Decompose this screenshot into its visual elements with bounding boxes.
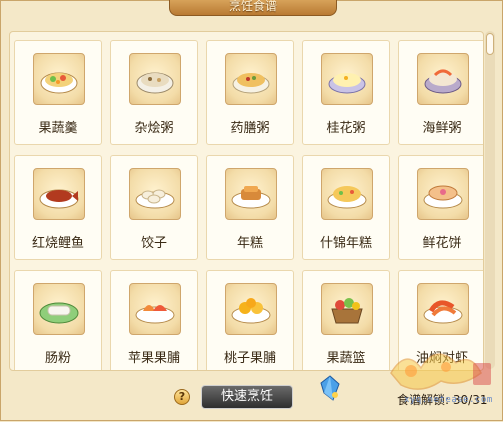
recipe-label: 什锦年糕 bbox=[319, 236, 372, 251]
recipe-cell[interactable]: 油焖对虾 bbox=[398, 270, 483, 370]
recipe-cell[interactable]: 饺子 bbox=[110, 155, 198, 260]
recipe-icon-frame bbox=[321, 283, 373, 335]
recipe-label: 油焖对虾 bbox=[415, 351, 468, 366]
recipe-icon-frame bbox=[129, 168, 181, 220]
recipe-cell[interactable]: 苹果果脯 bbox=[110, 270, 198, 370]
recipe-label: 桂花粥 bbox=[326, 121, 366, 136]
recipe-grid: 果蔬羹 杂烩粥 药膳粥 桂花粥 海鲜粥红烧鲤鱼 饺子 年糕 什锦年糕 鲜花饼肠粉 苹果果脯 桃子果脯… bbox=[14, 40, 483, 370]
recipe-cell[interactable]: 杂烩粥 bbox=[110, 40, 198, 145]
braised-prawns-icon bbox=[423, 300, 463, 324]
window-title: 烹饪食谱 bbox=[169, 0, 337, 16]
osmanthus-porridge-icon bbox=[328, 73, 366, 94]
herbal-porridge-icon bbox=[232, 73, 270, 94]
recipe-cell[interactable]: 果蔬羹 bbox=[14, 40, 102, 145]
mixed-porridge-icon bbox=[136, 72, 174, 94]
quick-cook-button[interactable]: 快速烹饪 bbox=[201, 385, 293, 409]
scroll-thumb[interactable] bbox=[486, 33, 494, 55]
fruit-veg-soup-icon bbox=[40, 72, 78, 94]
recipe-icon-frame bbox=[129, 53, 181, 105]
recipe-label: 肠粉 bbox=[44, 351, 71, 366]
recipe-icon-frame bbox=[33, 168, 85, 220]
recipe-icon-frame bbox=[33, 53, 85, 105]
recipe-cell[interactable]: 鲜花饼 bbox=[398, 155, 483, 260]
recipe-cell[interactable]: 药膳粥 bbox=[206, 40, 294, 145]
dumplings-icon bbox=[135, 189, 175, 209]
recipe-cell[interactable]: 肠粉 bbox=[14, 270, 102, 370]
recipe-cell[interactable]: 红烧鲤鱼 bbox=[14, 155, 102, 260]
recipe-cell[interactable]: 年糕 bbox=[206, 155, 294, 260]
recipe-icon-frame bbox=[225, 168, 277, 220]
watermark-url: xyq.netease.com bbox=[404, 395, 493, 405]
recipe-label: 苹果果脯 bbox=[127, 351, 180, 366]
recipe-label: 红烧鲤鱼 bbox=[31, 236, 84, 251]
braised-carp-icon bbox=[39, 189, 79, 209]
recipe-icon-frame bbox=[33, 283, 85, 335]
recipe-cell[interactable]: 桃子果脯 bbox=[206, 270, 294, 370]
recipe-cell[interactable]: 果蔬篮 bbox=[302, 270, 390, 370]
recipe-icon-frame bbox=[417, 53, 469, 105]
recipe-icon-frame bbox=[225, 283, 277, 335]
recipe-label: 桃子果脯 bbox=[223, 351, 276, 366]
fruit-basket-icon bbox=[331, 298, 363, 324]
recipe-icon-frame bbox=[129, 283, 181, 335]
recipe-label: 饺子 bbox=[140, 236, 167, 251]
recipe-cell[interactable]: 桂花粥 bbox=[302, 40, 390, 145]
recipe-label: 杂烩粥 bbox=[134, 121, 174, 136]
seafood-porridge-icon bbox=[424, 69, 462, 94]
recipe-cell[interactable]: 海鲜粥 bbox=[398, 40, 483, 145]
recipe-label: 药膳粥 bbox=[230, 121, 270, 136]
recipe-label: 果蔬篮 bbox=[326, 351, 366, 366]
assorted-rice-cake-icon bbox=[327, 186, 367, 209]
recipe-label: 鲜花饼 bbox=[422, 236, 462, 251]
recipe-panel: 果蔬羹 杂烩粥 药膳粥 桂花粥 海鲜粥红烧鲤鱼 饺子 年糕 什锦年糕 鲜花饼肠粉 苹果果脯 桃子果脯… bbox=[9, 31, 484, 371]
apple-preserve-icon bbox=[135, 305, 175, 324]
recipe-icon-frame bbox=[417, 168, 469, 220]
rice-cake-icon bbox=[231, 186, 271, 209]
help-button[interactable]: ? bbox=[174, 389, 190, 405]
cooking-recipes-window: 烹饪食谱 果蔬羹 杂烩粥 药膳粥 桂花粥 海鲜粥红烧鲤鱼 饺子 年糕 什锦年糕 鲜花饼肠粉 苹果果… bbox=[0, 0, 503, 421]
scrollbar[interactable] bbox=[485, 31, 495, 369]
flower-cake-icon bbox=[423, 185, 463, 209]
recipe-label: 海鲜粥 bbox=[422, 121, 462, 136]
crystal-icon bbox=[320, 375, 340, 401]
recipe-icon-frame bbox=[417, 283, 469, 335]
recipe-cell[interactable]: 什锦年糕 bbox=[302, 155, 390, 260]
peach-preserve-icon bbox=[231, 298, 271, 324]
recipe-icon-frame bbox=[321, 168, 373, 220]
rice-noodle-roll-icon bbox=[39, 302, 79, 324]
recipe-label: 年糕 bbox=[236, 236, 263, 251]
recipe-icon-frame bbox=[225, 53, 277, 105]
recipe-label: 果蔬羹 bbox=[38, 121, 78, 136]
recipe-icon-frame bbox=[321, 53, 373, 105]
